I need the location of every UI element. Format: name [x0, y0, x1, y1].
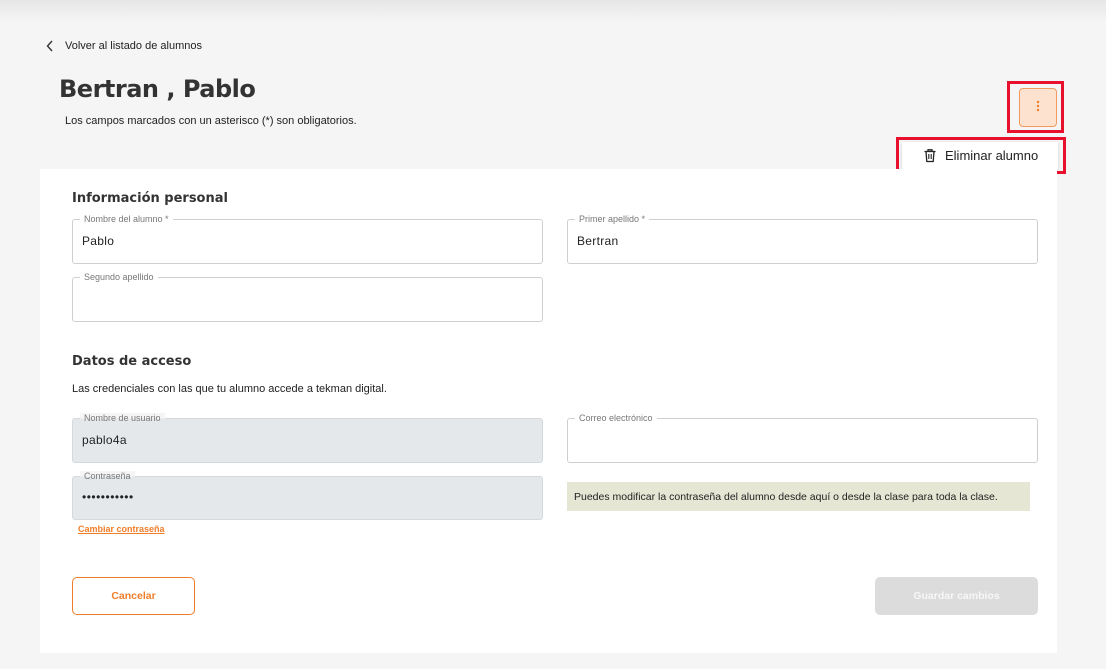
- save-changes-button[interactable]: Guardar cambios: [875, 577, 1038, 615]
- back-to-list-link[interactable]: Volver al listado de alumnos: [44, 39, 202, 53]
- second-last-name-field[interactable]: Segundo apellido: [72, 272, 543, 322]
- change-password-link[interactable]: Cambiar contraseña: [78, 524, 165, 534]
- page-title: Bertran , Pablo: [59, 75, 256, 103]
- first-name-value: Pablo: [82, 234, 115, 248]
- back-link-label: Volver al listado de alumnos: [65, 40, 202, 52]
- delete-student-label: Eliminar alumno: [945, 148, 1039, 163]
- email-field[interactable]: Correo electrónico: [567, 413, 1038, 463]
- password-info-note: Puedes modificar la contraseña del alumn…: [567, 482, 1030, 511]
- password-field: Contraseña •••••••••••: [72, 471, 543, 520]
- username-value: pablo4a: [82, 433, 127, 447]
- first-name-field[interactable]: Nombre del alumno * Pablo: [72, 214, 543, 264]
- username-field: Nombre de usuario pablo4a: [72, 413, 543, 463]
- access-data-title: Datos de acceso: [72, 354, 192, 369]
- trash-icon: [923, 148, 937, 163]
- chevron-left-icon: [44, 39, 56, 53]
- delete-student-menu-item[interactable]: Eliminar alumno: [902, 142, 1058, 169]
- username-label: Nombre de usuario: [80, 413, 165, 424]
- vertical-dots-icon: [1036, 99, 1040, 117]
- top-shadow: [0, 0, 1106, 22]
- personal-info-title: Información personal: [72, 191, 228, 206]
- more-options-button[interactable]: [1019, 88, 1057, 127]
- password-value: •••••••••••: [82, 490, 134, 504]
- required-fields-note: Los campos marcados con un asterisco (*)…: [65, 115, 357, 127]
- password-label: Contraseña: [80, 471, 135, 482]
- cancel-button[interactable]: Cancelar: [72, 577, 195, 615]
- first-name-label: Nombre del alumno *: [80, 214, 173, 225]
- access-data-description: Las credenciales con las que tu alumno a…: [72, 383, 387, 395]
- student-form-card: Información personal Nombre del alumno *…: [40, 169, 1057, 653]
- last-name-label: Primer apellido *: [575, 214, 650, 225]
- second-last-name-label: Segundo apellido: [80, 272, 158, 283]
- email-label: Correo electrónico: [575, 413, 657, 424]
- last-name-value: Bertran: [577, 234, 619, 248]
- last-name-field[interactable]: Primer apellido * Bertran: [567, 214, 1038, 264]
